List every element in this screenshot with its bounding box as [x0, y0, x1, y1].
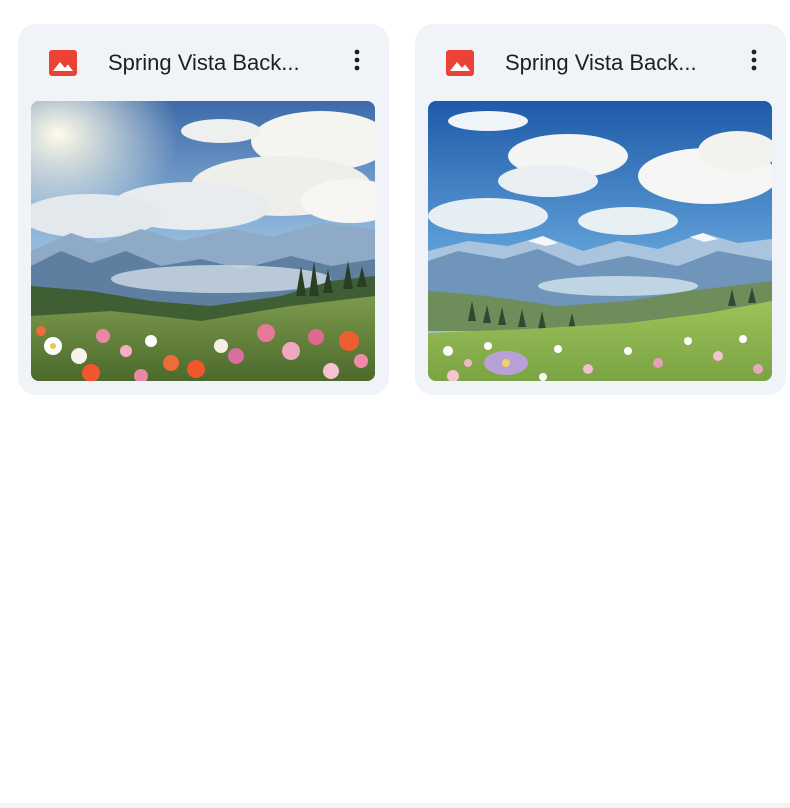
more-vert-icon — [354, 49, 360, 76]
file-card-header: Spring Vista Back... — [415, 24, 786, 102]
file-title[interactable]: Spring Vista Back... — [505, 50, 720, 76]
image-thumbnail[interactable] — [31, 101, 375, 381]
image-file-icon — [49, 50, 77, 76]
file-card[interactable]: Spring Vista Back... — [415, 24, 786, 395]
file-card-header: Spring Vista Back... — [18, 24, 389, 102]
bottom-divider — [0, 803, 790, 808]
file-grid: Spring Vista Back... Spring Vista Back..… — [0, 0, 790, 808]
file-card[interactable]: Spring Vista Back... — [18, 24, 389, 395]
image-file-icon — [446, 50, 474, 76]
more-options-button[interactable] — [339, 44, 375, 80]
more-options-button[interactable] — [736, 44, 772, 80]
image-thumbnail[interactable] — [428, 101, 772, 381]
more-vert-icon — [751, 49, 757, 76]
file-title[interactable]: Spring Vista Back... — [108, 50, 323, 76]
